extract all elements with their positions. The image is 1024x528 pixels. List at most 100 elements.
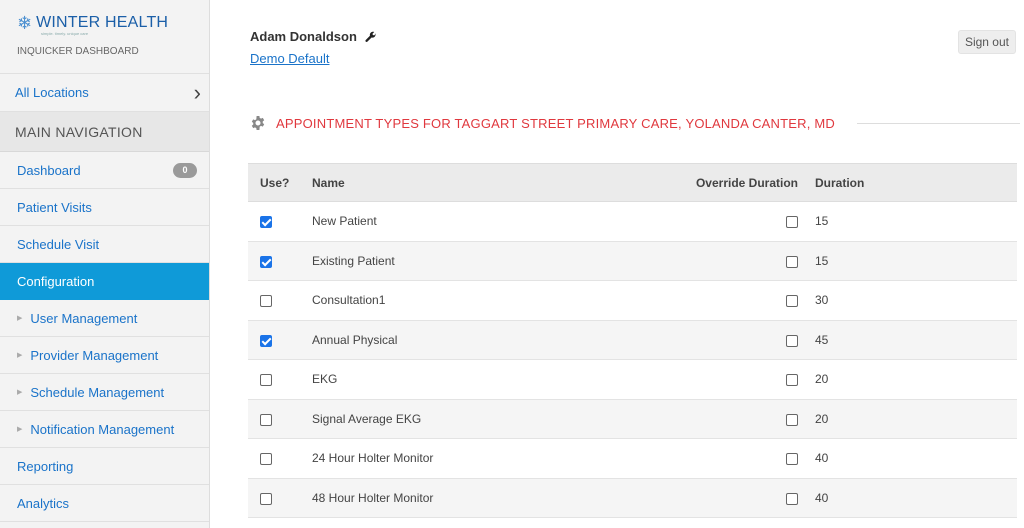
logo[interactable]: ❄ WINTER HEALTH <box>17 14 209 32</box>
column-header-override-duration[interactable]: Override Duration <box>684 163 807 202</box>
appointment-name: New Patient <box>304 201 684 242</box>
sidebar-item-provider-management[interactable]: ▶ Provider Management <box>0 337 209 374</box>
column-header-use[interactable]: Use? <box>248 163 304 202</box>
location-label: All Locations <box>15 85 89 100</box>
chevron-right-icon: › <box>193 79 201 105</box>
sidebar-item-label: Provider Management <box>30 347 159 363</box>
appointment-name: EKG <box>304 359 684 400</box>
override-duration-checkbox[interactable] <box>786 295 798 308</box>
override-cell <box>684 320 807 360</box>
duration-value: 40 <box>807 438 1017 479</box>
snowflake-icon: ❄ <box>17 13 33 33</box>
appointment-types-table: Use? Name Override Duration Duration New… <box>248 163 1017 518</box>
duration-value: 40 <box>807 478 1017 518</box>
use-checkbox[interactable] <box>260 413 272 426</box>
duration-value: 20 <box>807 359 1017 400</box>
location-selector[interactable]: All Locations › <box>0 74 209 112</box>
use-cell <box>248 280 304 321</box>
organization-link[interactable]: Demo Default <box>250 51 329 66</box>
appointment-name: Consultation1 <box>304 280 684 321</box>
use-checkbox[interactable] <box>260 492 272 505</box>
caret-right-icon: ▶ <box>17 426 23 433</box>
use-cell <box>248 320 304 360</box>
use-checkbox[interactable] <box>260 374 272 387</box>
table-row: 48 Hour Holter Monitor 40 <box>248 478 1017 518</box>
override-cell <box>684 438 807 479</box>
override-duration-checkbox[interactable] <box>786 334 798 347</box>
wrench-icon[interactable] <box>365 31 377 43</box>
sidebar-item-reporting[interactable]: Reporting <box>0 448 209 485</box>
table-row: New Patient 15 <box>248 201 1017 242</box>
table-header-row: Use? Name Override Duration Duration <box>248 163 1017 202</box>
table-row: Consultation1 30 <box>248 280 1017 321</box>
gear-icon <box>251 116 265 130</box>
duration-value: 30 <box>807 280 1017 321</box>
use-checkbox[interactable] <box>260 334 272 347</box>
use-cell <box>248 399 304 439</box>
use-checkbox[interactable] <box>260 295 272 308</box>
duration-value: 15 <box>807 201 1017 242</box>
table-row: EKG 20 <box>248 359 1017 400</box>
sidebar-item-label: Schedule Management <box>30 384 165 400</box>
table-row: 24 Hour Holter Monitor 40 <box>248 438 1017 479</box>
use-cell <box>248 438 304 479</box>
dashboard-subtitle: INQUICKER DASHBOARD <box>17 46 139 57</box>
sidebar-item-schedule-visit[interactable]: Schedule Visit <box>0 226 209 263</box>
use-checkbox[interactable] <box>260 255 272 268</box>
sidebar-item-schedule-management[interactable]: ▶ Schedule Management <box>0 374 209 411</box>
sidebar-item-label: Notification Management <box>30 421 175 437</box>
sidebar-item-notification-management[interactable]: ▶ Notification Management <box>0 411 209 448</box>
table-row: Annual Physical 45 <box>248 320 1017 360</box>
override-cell <box>684 359 807 400</box>
duration-value: 15 <box>807 241 1017 281</box>
sidebar-item-label: Patient Visits <box>17 199 92 215</box>
duration-value: 45 <box>807 320 1017 360</box>
caret-right-icon: ▶ <box>17 352 23 359</box>
sidebar-item-user-management[interactable]: ▶ User Management <box>0 300 209 337</box>
column-header-duration[interactable]: Duration <box>807 163 1017 202</box>
user-name: Adam Donaldson <box>250 29 377 44</box>
sidebar-item-analytics[interactable]: Analytics <box>0 485 209 522</box>
sidebar: ❄ WINTER HEALTH simple. timely. unique c… <box>0 0 210 528</box>
sign-out-button[interactable]: Sign out <box>957 30 1016 54</box>
dashboard-count-badge: 0 <box>173 163 197 178</box>
override-duration-checkbox[interactable] <box>786 453 798 466</box>
override-duration-checkbox[interactable] <box>786 492 798 505</box>
sidebar-item-label: Schedule Visit <box>17 236 100 252</box>
sidebar-item-label: Reporting <box>17 458 74 474</box>
section-divider <box>856 122 1020 124</box>
user-name-text: Adam Donaldson <box>250 29 357 44</box>
use-cell <box>248 241 304 281</box>
brand-block: ❄ WINTER HEALTH simple. timely. unique c… <box>0 0 209 74</box>
caret-right-icon: ▶ <box>17 315 23 322</box>
use-cell <box>248 478 304 518</box>
appointment-name: Existing Patient <box>304 241 684 281</box>
table-row: Signal Average EKG 20 <box>248 399 1017 439</box>
sidebar-item-label: User Management <box>30 310 138 326</box>
use-checkbox[interactable] <box>260 216 272 229</box>
appointment-name: 48 Hour Holter Monitor <box>304 478 684 518</box>
table-row: Existing Patient 15 <box>248 241 1017 281</box>
sidebar-item-dashboard[interactable]: Dashboard 0 <box>0 152 209 189</box>
main-content: Adam Donaldson Demo Default Sign out APP… <box>211 0 1024 528</box>
brand-name: WINTER HEALTH <box>36 14 169 31</box>
appointment-name: 24 Hour Holter Monitor <box>304 438 684 479</box>
override-cell <box>684 280 807 321</box>
sidebar-item-patient-visits[interactable]: Patient Visits <box>0 189 209 226</box>
override-cell <box>684 201 807 242</box>
appointment-name: Annual Physical <box>304 320 684 360</box>
sidebar-item-label: Configuration <box>17 273 95 289</box>
override-duration-checkbox[interactable] <box>786 255 798 268</box>
column-header-name[interactable]: Name <box>304 163 684 202</box>
section-header: APPOINTMENT TYPES FOR TAGGART STREET PRI… <box>250 115 1020 131</box>
caret-right-icon: ▶ <box>17 389 23 396</box>
override-duration-checkbox[interactable] <box>786 374 798 387</box>
sidebar-item-configuration[interactable]: Configuration <box>0 263 209 300</box>
override-duration-checkbox[interactable] <box>786 216 798 229</box>
override-cell <box>684 241 807 281</box>
use-checkbox[interactable] <box>260 453 272 466</box>
override-duration-checkbox[interactable] <box>786 413 798 426</box>
override-cell <box>684 478 807 518</box>
main-navigation-heading: MAIN NAVIGATION <box>0 112 209 152</box>
use-cell <box>248 359 304 400</box>
